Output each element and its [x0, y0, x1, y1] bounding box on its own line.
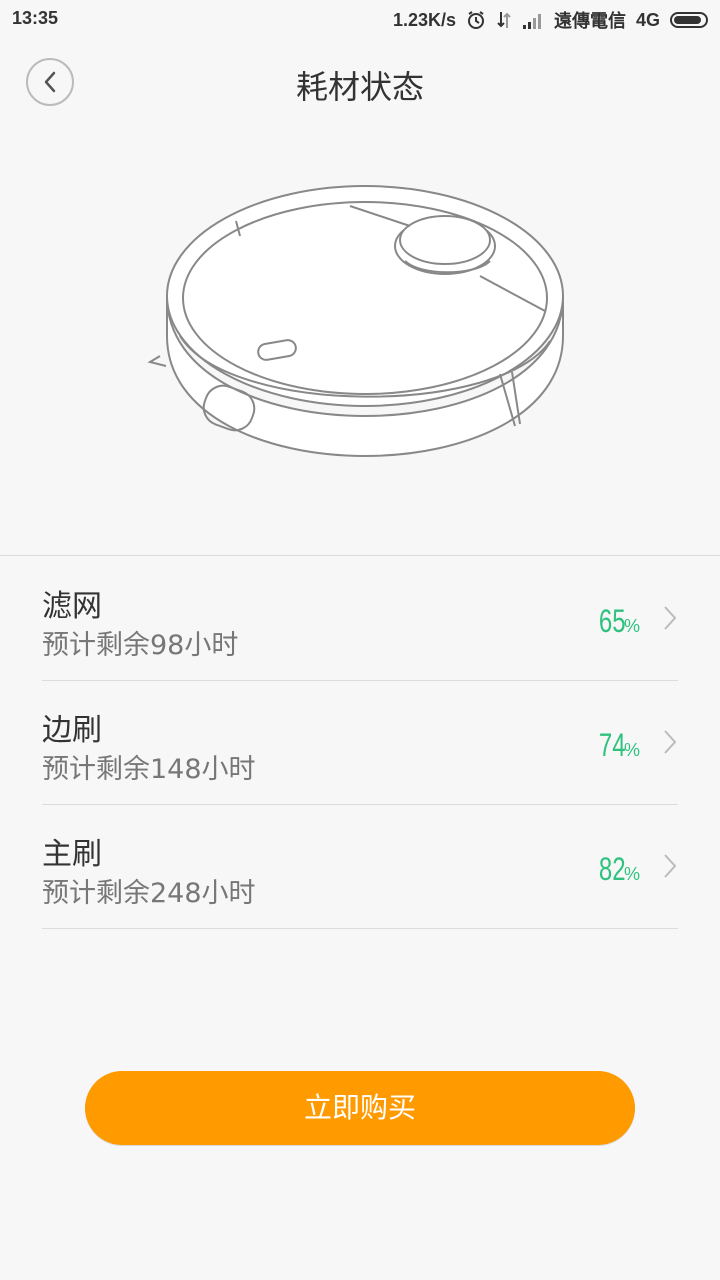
item-percent: 82 % — [590, 851, 640, 888]
list-item-filter[interactable]: 滤网 预计剩余98小时 65 % — [42, 557, 678, 681]
chevron-right-icon — [664, 606, 677, 630]
network-type: 4G — [635, 9, 660, 30]
item-name: 边刷 — [42, 713, 102, 748]
item-remaining: 预计剩余148小时 — [42, 754, 256, 785]
percent-sign: % — [623, 864, 640, 884]
percent-value: 82 — [599, 851, 626, 887]
carrier-name: 遠傳電信 — [553, 11, 626, 31]
item-percent: 65 % — [590, 603, 640, 640]
header: 耗材状态 — [0, 40, 720, 126]
list-item-side-brush[interactable]: 边刷 预计剩余148小时 74 % — [42, 681, 678, 805]
percent-sign: % — [623, 740, 640, 760]
item-name: 滤网 — [42, 589, 102, 624]
item-remaining: 预计剩余248小时 — [42, 878, 256, 909]
item-name: 主刷 — [42, 837, 102, 872]
signal-icon — [522, 11, 544, 29]
buy-now-button[interactable]: 立即购买 — [85, 1071, 635, 1145]
battery-icon — [670, 12, 708, 28]
list-item-main-brush[interactable]: 主刷 预计剩余248小时 82 % — [42, 805, 678, 929]
robot-illustration — [0, 126, 720, 556]
percent-sign: % — [623, 616, 640, 636]
section-divider — [0, 555, 720, 556]
percent-value: 65 — [599, 603, 626, 639]
page-title: 耗材状态 — [295, 68, 424, 106]
chevron-right-icon — [664, 854, 677, 878]
alarm-icon — [466, 10, 486, 30]
consumables-list: 滤网 预计剩余98小时 65 % 边刷 预计剩余148小时 74 % 主刷 预计… — [42, 557, 678, 929]
status-bar: 13:35 1.23K/s 遠傳電信 4G — [0, 0, 720, 36]
status-indicators: 1.23K/s 遠傳電信 4G — [393, 7, 708, 33]
item-percent: 74 % — [590, 727, 640, 764]
data-arrows-icon — [496, 10, 512, 30]
chevron-right-icon — [664, 730, 677, 754]
network-speed: 1.23K/s — [392, 9, 456, 30]
item-remaining: 预计剩余98小时 — [42, 630, 239, 661]
status-time: 13:35 — [12, 8, 59, 28]
percent-value: 74 — [599, 727, 626, 763]
